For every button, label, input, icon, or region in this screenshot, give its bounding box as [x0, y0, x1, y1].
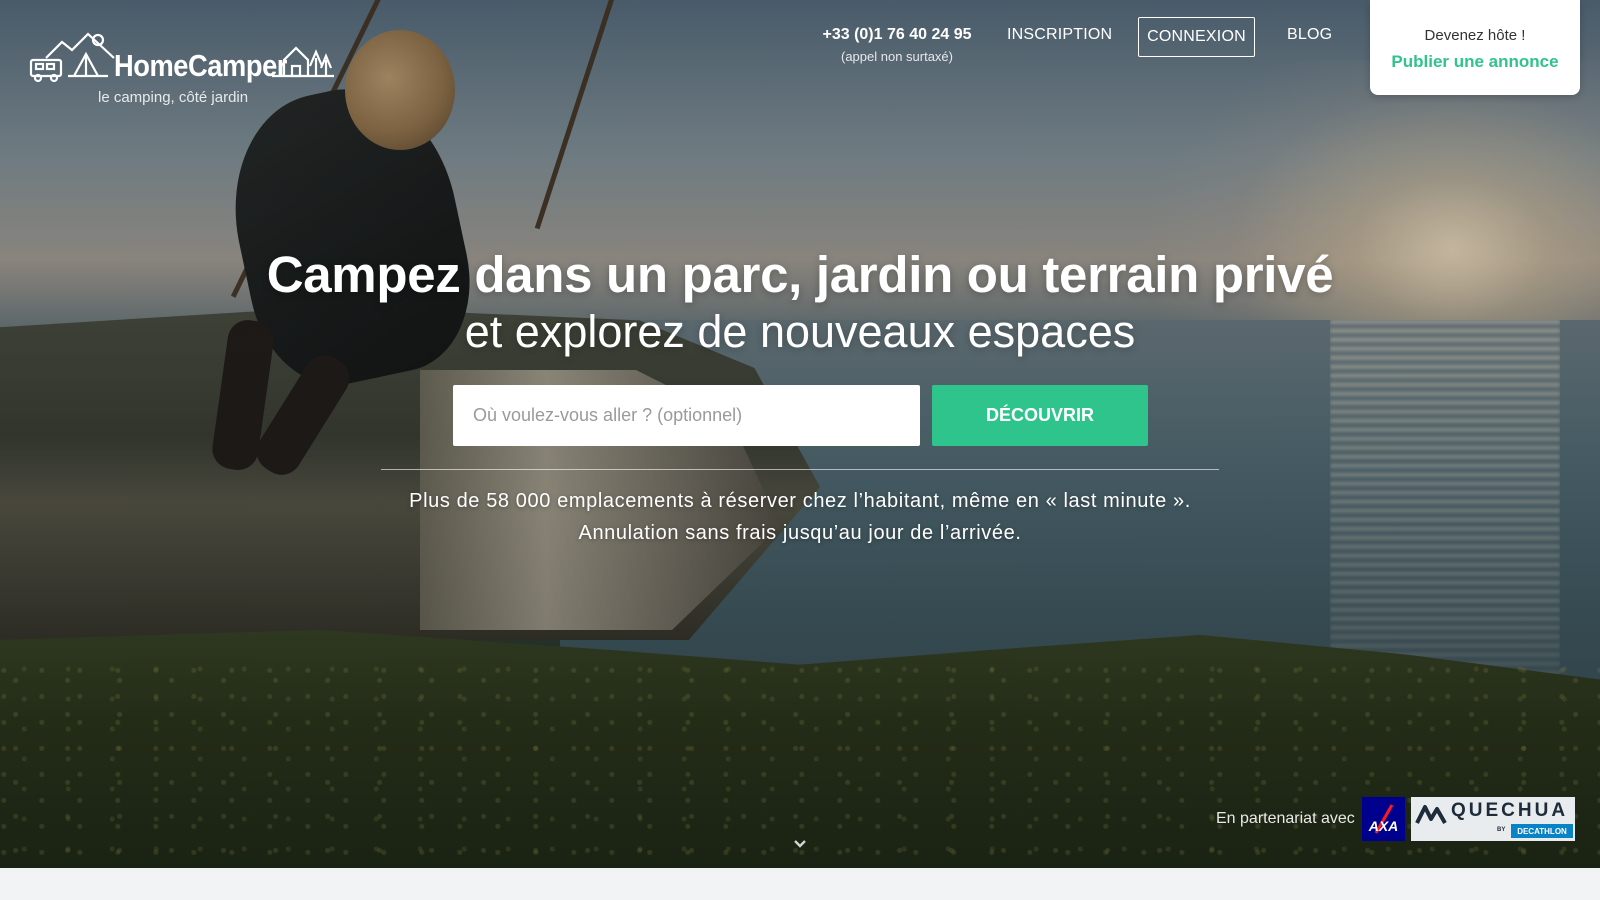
discover-button[interactable]: DÉCOUVRIR: [932, 385, 1148, 446]
quechua-logo[interactable]: QUECHUA BY DECATHLON: [1411, 797, 1575, 841]
decathlon-badge: DECATHLON: [1511, 824, 1573, 838]
hero-subheadline: et explorez de nouveaux espaces: [464, 306, 1136, 357]
axa-logo[interactable]: AXA: [1362, 797, 1405, 841]
nav-connexion-button[interactable]: CONNEXION: [1138, 17, 1255, 57]
partners-label: En partenariat avec: [1216, 810, 1355, 827]
svg-text:AXA: AXA: [1368, 818, 1399, 834]
info-text-cancellation: Annulation sans frais jusqu’au jour de l…: [578, 522, 1022, 544]
nav-inscription-link[interactable]: INSCRIPTION: [1007, 26, 1112, 44]
axa-icon: AXA: [1368, 804, 1399, 834]
nav-blog-link[interactable]: BLOG: [1287, 26, 1332, 44]
quechua-by: BY: [1497, 827, 1506, 833]
chevron-down-icon[interactable]: [792, 838, 808, 850]
hero-headline: Campez dans un parc, jardin ou terrain p…: [266, 246, 1334, 303]
destination-search-input[interactable]: [453, 385, 920, 446]
phone-number[interactable]: +33 (0)1 76 40 24 95: [812, 26, 982, 44]
quechua-mountain-icon: [1415, 805, 1447, 824]
info-text-availability: Plus de 58 000 emplacements à réserver c…: [409, 490, 1191, 512]
phone-contact[interactable]: +33 (0)1 76 40 24 95 (appel non surtaxé): [812, 26, 982, 64]
phone-note: (appel non surtaxé): [840, 49, 953, 64]
quechua-wordmark: QUECHUA: [1451, 800, 1569, 821]
below-fold-strip: [0, 868, 1600, 900]
publish-listing-link[interactable]: Publier une annonce: [1370, 52, 1580, 72]
hero-divider: [381, 469, 1219, 470]
top-nav: +33 (0)1 76 40 24 95 (appel non surtaxé)…: [0, 0, 1600, 100]
host-card-title: Devenez hôte !: [1424, 27, 1526, 44]
become-host-card[interactable]: Devenez hôte ! Publier une annonce: [1370, 0, 1580, 95]
